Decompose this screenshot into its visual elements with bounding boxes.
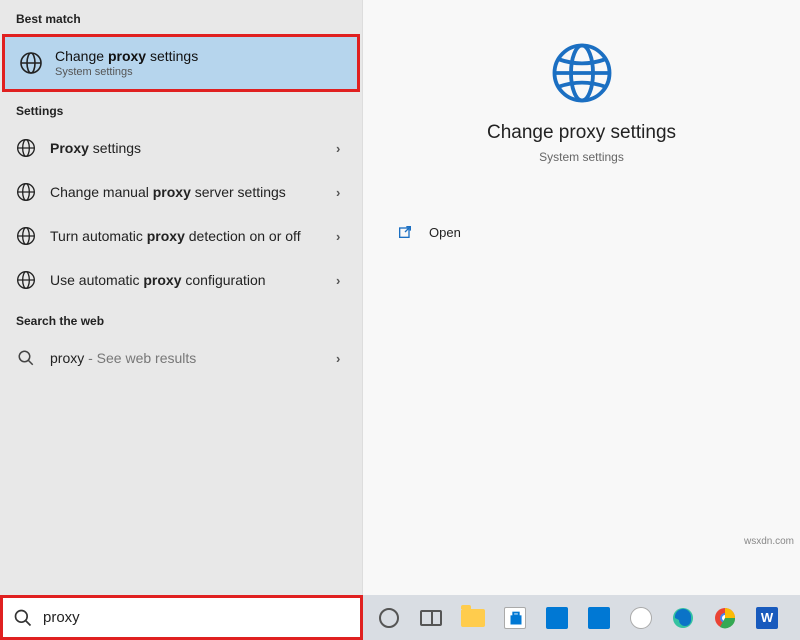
dell-icon[interactable] — [625, 602, 657, 634]
open-icon — [397, 224, 413, 240]
app-icon[interactable] — [583, 602, 615, 634]
globe-icon — [549, 40, 615, 106]
chevron-right-icon: › — [336, 141, 348, 156]
chevron-right-icon: › — [336, 185, 348, 200]
globe-icon — [14, 136, 38, 160]
chevron-right-icon: › — [336, 273, 348, 288]
web-result[interactable]: proxy - See web results › — [0, 336, 362, 380]
search-icon — [13, 608, 33, 628]
chrome-icon[interactable] — [709, 602, 741, 634]
settings-result-manual-proxy[interactable]: Change manual proxy server settings › — [0, 170, 362, 214]
open-label: Open — [429, 225, 461, 240]
settings-result-auto-detect[interactable]: Turn automatic proxy detection on or off… — [0, 214, 362, 258]
globe-icon — [14, 180, 38, 204]
settings-result-proxy[interactable]: Proxy settings › — [0, 126, 362, 170]
section-settings: Settings — [0, 92, 362, 126]
chevron-right-icon: › — [336, 229, 348, 244]
mail-icon[interactable] — [541, 602, 573, 634]
edge-icon[interactable] — [667, 602, 699, 634]
best-match-result[interactable]: Change proxy settings System settings — [2, 34, 360, 92]
section-best-match: Best match — [0, 0, 362, 34]
preview-title: Change proxy settings — [487, 122, 676, 144]
preview-subtitle: System settings — [539, 150, 624, 164]
best-match-title: Change proxy settings — [55, 47, 198, 65]
globe-icon — [14, 224, 38, 248]
watermark: wsxdn.com — [744, 536, 794, 547]
search-input[interactable] — [43, 609, 350, 626]
search-box[interactable] — [0, 595, 363, 640]
search-results-pane: Best match Change proxy settings System … — [0, 0, 363, 595]
settings-result-auto-config[interactable]: Use automatic proxy configuration › — [0, 258, 362, 302]
section-search-web: Search the web — [0, 302, 362, 336]
cortana-icon[interactable] — [373, 602, 405, 634]
taskbar: W — [363, 595, 800, 640]
search-icon — [14, 346, 38, 370]
task-view-icon[interactable] — [415, 602, 447, 634]
preview-pane: Change proxy settings System settings Op… — [363, 0, 800, 595]
globe-icon — [19, 51, 43, 75]
chevron-right-icon: › — [336, 351, 348, 366]
open-action[interactable]: Open — [393, 214, 770, 250]
store-icon[interactable] — [499, 602, 531, 634]
word-icon[interactable]: W — [751, 602, 783, 634]
globe-icon — [14, 268, 38, 292]
file-explorer-icon[interactable] — [457, 602, 489, 634]
best-match-subtitle: System settings — [55, 65, 198, 79]
